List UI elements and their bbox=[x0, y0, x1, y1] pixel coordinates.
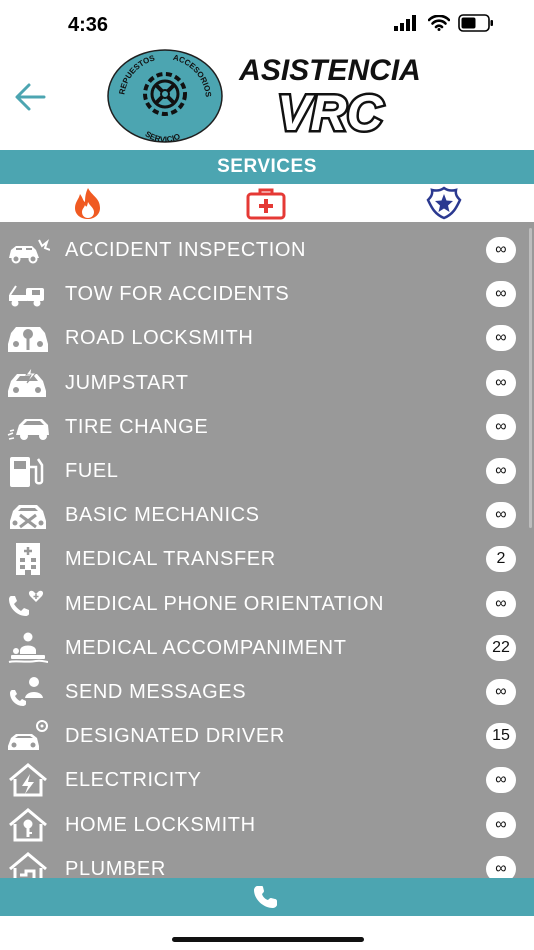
usage-count-badge: ∞ bbox=[486, 325, 516, 352]
service-label: ELECTRICITY bbox=[65, 769, 202, 792]
fire-icon[interactable] bbox=[66, 186, 110, 220]
status-bar: 4:36 bbox=[0, 0, 534, 50]
patient-care-icon bbox=[8, 632, 49, 663]
service-row[interactable]: MEDICAL ACCOMPANIMENT 22 bbox=[0, 626, 534, 670]
usage-count-badge: ∞ bbox=[486, 811, 516, 838]
service-label: SEND MESSAGES bbox=[65, 681, 247, 703]
hospital-building-icon bbox=[16, 543, 40, 576]
service-label: DESIGNATED DRIVER bbox=[65, 725, 285, 748]
service-row[interactable]: BASIC MECHANICS ∞ bbox=[0, 493, 534, 537]
service-row[interactable]: ROAD LOCKSMITH ∞ bbox=[0, 316, 534, 360]
brand-logo-badge: REPUESTOS ACCESORIOS SERVICIO bbox=[107, 49, 223, 144]
usage-count-badge: ∞ bbox=[486, 855, 516, 878]
service-label: ROAD LOCKSMITH bbox=[65, 327, 254, 350]
wifi-icon bbox=[428, 15, 450, 31]
service-label: MEDICAL ACCOMPANIMENT bbox=[65, 636, 347, 659]
service-label: PLUMBER bbox=[65, 857, 166, 878]
usage-count-badge: 22 bbox=[486, 634, 516, 661]
cellular-signal-icon bbox=[394, 15, 416, 31]
service-row[interactable]: TOW FOR ACCIDENTS ∞ bbox=[0, 272, 534, 316]
usage-count-badge: ∞ bbox=[486, 413, 516, 440]
status-time: 4:36 bbox=[68, 14, 109, 36]
services-title-bar: SERVICES bbox=[0, 150, 534, 184]
battery-icon bbox=[458, 14, 493, 32]
service-label: TIRE CHANGE bbox=[65, 415, 209, 438]
service-row[interactable]: TIRE CHANGE ∞ bbox=[0, 405, 534, 449]
service-label: ACCIDENT INSPECTION bbox=[65, 239, 307, 261]
service-row[interactable]: HOME LOCKSMITH ∞ bbox=[0, 803, 534, 847]
medical-phone-icon bbox=[9, 590, 44, 616]
service-row[interactable]: ACCIDENT INSPECTION ∞ bbox=[0, 228, 534, 272]
service-row[interactable]: PLUMBER ∞ bbox=[0, 847, 534, 878]
tow-truck-icon bbox=[9, 285, 44, 307]
police-badge-icon[interactable] bbox=[422, 186, 466, 220]
service-label: JUMPSTART bbox=[65, 371, 189, 394]
service-row[interactable]: SEND MESSAGES ∞ bbox=[0, 670, 534, 714]
services-list[interactable]: ACCIDENT INSPECTION ∞ TOW FOR ACCIDENTS ∞ RO… bbox=[0, 222, 534, 878]
car-key-icon bbox=[8, 327, 48, 353]
car-wrench-icon bbox=[10, 505, 46, 530]
usage-count-badge: ∞ bbox=[486, 767, 516, 794]
usage-count-badge: ∞ bbox=[486, 369, 516, 396]
house-key-icon bbox=[9, 807, 47, 842]
house-plumbing-icon bbox=[9, 851, 47, 878]
brand-wordmark-logo: ASISTENCIA VRC bbox=[238, 54, 421, 134]
usage-count-badge: ∞ bbox=[486, 502, 516, 529]
usage-count-badge: ∞ bbox=[486, 281, 516, 308]
service-label: FUEL bbox=[65, 460, 119, 482]
service-label: TOW FOR ACCIDENTS bbox=[65, 283, 290, 306]
service-label: BASIC MECHANICS bbox=[65, 504, 260, 527]
person-phone-icon bbox=[10, 677, 43, 706]
usage-count-badge: ∞ bbox=[486, 458, 516, 484]
service-row[interactable]: ELECTRICITY ∞ bbox=[0, 758, 534, 802]
service-label: MEDICAL TRANSFER bbox=[65, 548, 276, 571]
usage-count-badge: 2 bbox=[486, 546, 516, 573]
header: REPUESTOS ACCESORIOS SERVICIO ASISTENCIA… bbox=[0, 49, 534, 150]
driver-car-icon bbox=[8, 720, 48, 751]
services-title: SERVICES bbox=[217, 156, 317, 177]
car-crash-icon bbox=[9, 239, 50, 264]
usage-count-badge: ∞ bbox=[486, 679, 516, 705]
car-battery-icon bbox=[8, 366, 46, 397]
svg-text:VRC: VRC bbox=[277, 85, 383, 134]
service-row[interactable]: MEDICAL PHONE ORIENTATION ∞ bbox=[0, 582, 534, 626]
usage-count-badge: ∞ bbox=[486, 237, 516, 263]
phone-icon[interactable] bbox=[251, 883, 283, 911]
back-arrow-icon[interactable] bbox=[10, 76, 52, 118]
bottom-call-bar bbox=[0, 878, 534, 916]
service-label: MEDICAL PHONE ORIENTATION bbox=[65, 592, 385, 615]
category-tabs bbox=[0, 184, 534, 222]
service-row[interactable]: DESIGNATED DRIVER 15 bbox=[0, 714, 534, 758]
usage-count-badge: ∞ bbox=[486, 590, 516, 617]
service-label: HOME LOCKSMITH bbox=[65, 813, 256, 836]
usage-count-badge: 15 bbox=[486, 723, 516, 750]
service-row[interactable]: JUMPSTART ∞ bbox=[0, 361, 534, 405]
house-electricity-icon bbox=[9, 763, 47, 797]
first-aid-kit-icon[interactable] bbox=[244, 186, 288, 220]
service-row[interactable]: FUEL ∞ bbox=[0, 449, 534, 493]
service-row[interactable]: MEDICAL TRANSFER 2 bbox=[0, 537, 534, 581]
fuel-pump-icon bbox=[10, 457, 44, 487]
svg-text:ASISTENCIA: ASISTENCIA bbox=[238, 54, 421, 87]
car-tire-icon bbox=[7, 418, 49, 440]
home-indicator bbox=[172, 937, 364, 942]
